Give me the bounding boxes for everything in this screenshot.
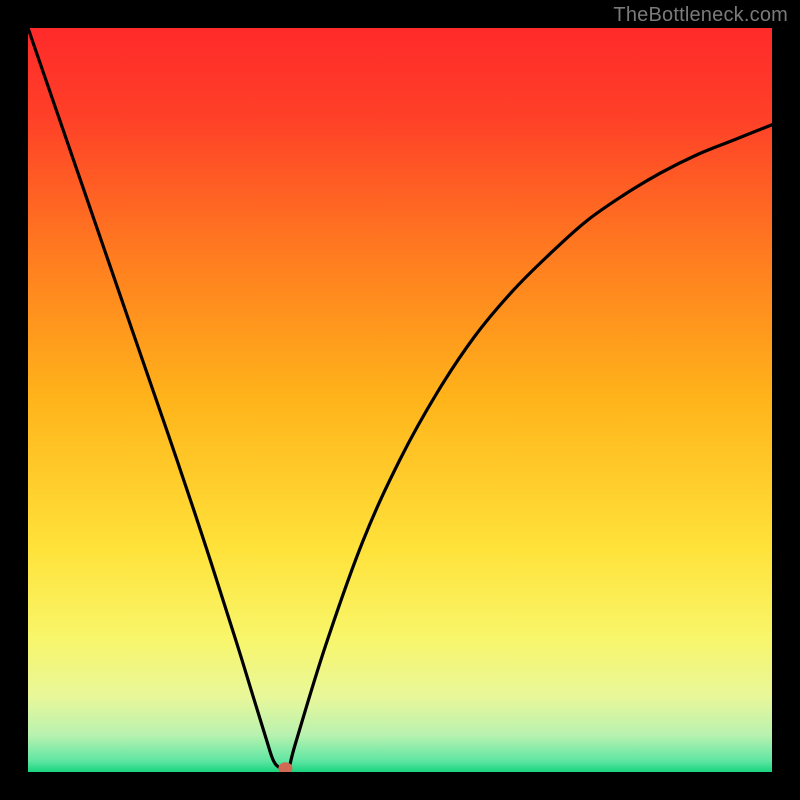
watermark-text: TheBottleneck.com (613, 4, 788, 27)
gradient-background (28, 28, 772, 772)
bottleneck-chart (0, 0, 800, 800)
chart-container: TheBottleneck.com (0, 0, 800, 800)
